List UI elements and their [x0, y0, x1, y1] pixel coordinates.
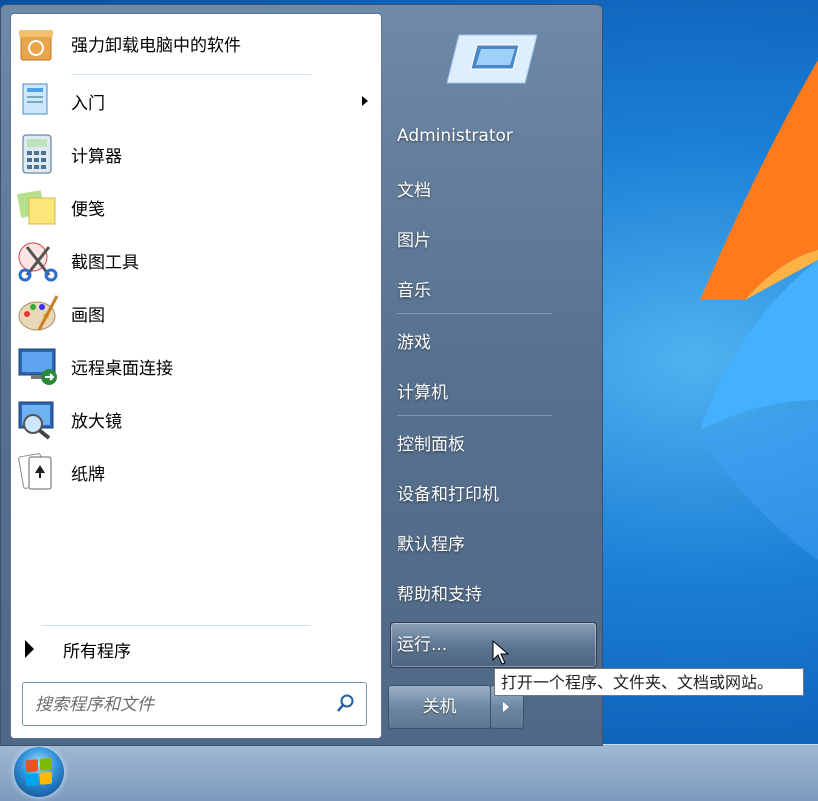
program-magnifier[interactable]: 放大镜	[15, 394, 375, 444]
program-getting-started[interactable]: 入门	[15, 76, 375, 126]
link-devices-printers[interactable]: 设备和打印机	[397, 480, 499, 505]
link-help-support[interactable]: 帮助和支持	[397, 580, 482, 605]
program-label: 远程桌面连接	[71, 358, 173, 379]
program-label: 强力卸载电脑中的软件	[71, 35, 241, 56]
program-label: 计算器	[71, 146, 122, 167]
link-music[interactable]: 音乐	[397, 276, 431, 301]
program-label: 画图	[71, 305, 105, 326]
magnifier-icon	[15, 396, 61, 442]
program-snipping-tool[interactable]: 截图工具	[15, 235, 375, 285]
tooltip: 打开一个程序、文件夹、文档或网站。	[494, 668, 804, 696]
taskbar	[0, 744, 818, 801]
program-label: 截图工具	[71, 252, 139, 273]
program-calculator[interactable]: 计算器	[15, 129, 375, 179]
sticky-notes-icon	[15, 184, 61, 230]
start-menu: 强力卸载电脑中的软件 入门 计算器 便笺 截图工具 画图 远程桌面连接 放大镜 …	[0, 4, 603, 746]
shutdown-button[interactable]: 关机	[388, 685, 491, 729]
all-programs-label: 所有程序	[63, 642, 131, 662]
link-computer[interactable]: 计算机	[397, 378, 448, 403]
submenu-arrow-icon	[362, 96, 368, 106]
remote-desktop-icon	[15, 343, 61, 389]
link-games[interactable]: 游戏	[397, 328, 431, 353]
program-label: 放大镜	[71, 411, 122, 432]
solitaire-cards-icon	[15, 449, 61, 495]
start-button[interactable]	[14, 747, 64, 797]
all-programs-button[interactable]: 所有程序	[21, 634, 361, 664]
program-label: 便笺	[71, 199, 105, 220]
chevron-right-icon	[503, 702, 509, 712]
divider	[71, 74, 311, 75]
windows-flag-icon	[26, 757, 52, 787]
search-input[interactable]	[33, 692, 327, 718]
link-control-panel[interactable]: 控制面板	[397, 430, 465, 455]
program-uninstaller[interactable]: 强力卸载电脑中的软件	[15, 18, 375, 68]
programs-pane: 强力卸载电脑中的软件 入门 计算器 便笺 截图工具 画图 远程桌面连接 放大镜 …	[10, 13, 382, 739]
link-default-programs[interactable]: 默认程序	[397, 530, 465, 555]
link-run[interactable]: 运行...	[397, 630, 447, 655]
link-user-folder[interactable]: Administrator	[397, 126, 513, 146]
divider	[397, 313, 552, 314]
program-label: 入门	[71, 93, 105, 114]
link-pictures[interactable]: 图片	[397, 226, 431, 251]
program-paint[interactable]: 画图	[15, 288, 375, 338]
expand-arrow-icon	[25, 640, 34, 658]
divider	[41, 625, 311, 626]
link-documents[interactable]: 文档	[397, 176, 431, 201]
program-solitaire[interactable]: 纸牌	[15, 447, 375, 497]
user-picture[interactable]	[446, 27, 539, 87]
snipping-tool-icon	[15, 237, 61, 283]
program-remote-desktop[interactable]: 远程桌面连接	[15, 341, 375, 391]
search-icon[interactable]	[336, 693, 356, 717]
divider	[397, 415, 552, 416]
calculator-icon	[15, 131, 61, 177]
program-label: 纸牌	[71, 464, 105, 485]
mouse-cursor-icon	[492, 640, 510, 665]
search-box[interactable]	[22, 682, 367, 726]
program-sticky-notes[interactable]: 便笺	[15, 182, 375, 232]
paint-palette-icon	[15, 290, 61, 336]
uninstall-box-icon	[15, 20, 61, 66]
getting-started-icon	[15, 78, 61, 124]
